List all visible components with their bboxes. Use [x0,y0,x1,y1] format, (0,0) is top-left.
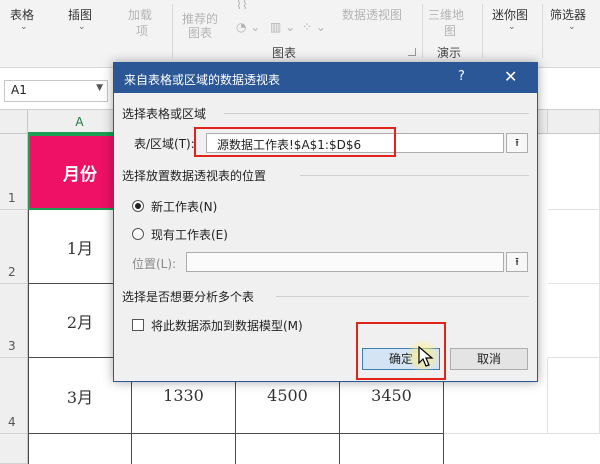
ribbon-separator [172,4,173,58]
name-box-value: A1 [11,83,27,97]
ribbon-sparklines-label: 迷你图 [492,8,529,22]
value-text: 1330 [163,386,204,405]
cell[interactable] [340,434,444,464]
help-icon[interactable]: ? [458,69,465,84]
ribbon-addins-label: 加载 [128,8,153,22]
close-icon[interactable]: ✕ [504,67,517,86]
row-header-1[interactable]: 1 [0,134,28,210]
scatter-chart-icon: ⁘ ⌄ [302,20,326,34]
column-header[interactable] [548,110,600,134]
column-header-a-label: A [75,115,84,129]
data-model-label[interactable]: 将此数据添加到数据模型(M) [151,317,303,334]
location-label: 位置(L): [132,257,177,271]
range-label: 表/区域(T): [134,137,195,151]
ribbon-illustrations-label: 插图 [68,8,93,22]
line-chart-icon: ⌇⌇ [236,0,248,12]
month-text: 3月 [66,387,94,407]
ribbon-tables-button[interactable]: 表格 ⌄ [6,0,46,56]
cell[interactable] [548,210,600,284]
data-model-checkbox[interactable] [132,319,144,331]
ribbon-illustrations-button[interactable]: 插图 ⌄ [64,0,104,56]
ribbon-separator [482,4,483,58]
dialog-title-bar[interactable]: 来自表格或区域的数据透视表 ? ✕ [114,63,537,93]
value-text: 3450 [371,386,412,405]
cell[interactable] [28,434,132,464]
bar-chart-icon: ▥ ⌄ [270,20,296,34]
charts-dialog-launcher-icon[interactable] [408,48,416,56]
row-number: 1 [8,191,16,205]
section-multiple-heading: 选择是否想要分析多个表 [122,290,255,304]
month-text: 1月 [66,238,94,258]
range-input-value: 源数据工作表!$A$1:$D$6 [217,138,362,152]
chevron-down-icon[interactable]: ▼ [96,83,103,93]
upload-arrow-icon: ⭱ [515,136,519,149]
new-worksheet-label[interactable]: 新工作表(N) [151,198,217,215]
row-header-4[interactable]: 4 [0,358,28,434]
row-header-3[interactable]: 3 [0,284,28,358]
new-worksheet-radio[interactable] [132,200,144,212]
cell[interactable] [236,434,340,464]
dialog-title: 来自表格或区域的数据透视表 [124,73,281,87]
name-box[interactable]: A1 ▼ [4,80,108,102]
cancel-button[interactable]: 取消 [450,348,528,370]
chevron-down-icon: ⌄ [78,22,86,32]
ribbon-tours-group-label: 演示 [437,46,462,60]
ribbon-separator [542,4,543,58]
ribbon-pivot-chart-label: 数据透视图 [342,8,403,22]
section-location-heading: 选择放置数据透视表的位置 [122,169,267,183]
ribbon-addins-sub: 项 [136,24,149,38]
chevron-down-icon: ⌄ [568,22,576,32]
ribbon-3d-map-label: 三维地 [428,8,465,22]
existing-worksheet-label[interactable]: 现有工作表(E) [151,226,228,243]
ribbon-separator [422,4,423,58]
section-source-heading: 选择表格或区域 [122,107,207,121]
pie-chart-icon: ◔ ⌄ [236,20,261,34]
ribbon-recommended-charts-button[interactable]: 推荐的 图表 [180,0,230,56]
ribbon-3d-map-sub: 图 [444,24,457,38]
value-text: 4500 [267,386,308,405]
chevron-down-icon: ⌄ [508,22,516,32]
cancel-button-label: 取消 [476,352,501,366]
row-header-5[interactable] [0,434,28,464]
row-number: 2 [8,265,16,279]
pivot-table-dialog: 来自表格或区域的数据透视表 ? ✕ 选择表格或区域 表/区域(T): 源数据工作… [113,62,538,382]
ribbon-slicer-label: 筛选器 [550,8,587,22]
row-number: 3 [8,339,16,353]
header-cell-text: 月份 [63,164,97,185]
ribbon: 表格 ⌄ 插图 ⌄ 加载 项 推荐的 图表 ⌇⌇ ◔ ⌄ ▥ ⌄ ⁘ ⌄ 数据透… [0,0,600,68]
month-text: 2月 [66,312,94,332]
location-input[interactable] [186,252,504,272]
location-collapse-button[interactable]: ⭱ [506,252,528,272]
existing-worksheet-radio[interactable] [132,228,144,240]
select-all-corner[interactable] [0,110,28,134]
cell[interactable] [548,358,600,434]
ribbon-slicer-button[interactable]: 筛选器 ⌄ [548,0,598,56]
ribbon-sparklines-button[interactable]: 迷你图 ⌄ [490,0,538,56]
cell[interactable] [548,134,600,210]
section-divider [300,175,529,176]
ribbon-addins-button[interactable]: 加载 项 [126,0,166,56]
row-header-2[interactable]: 2 [0,210,28,284]
upload-arrow-icon: ⭱ [515,255,519,268]
range-input[interactable]: 源数据工作表!$A$1:$D$6 [206,133,504,153]
ribbon-charts-group-label: 图表 [272,46,297,60]
range-collapse-button[interactable]: ⭱ [506,133,528,153]
ribbon-recommended-charts-sub: 图表 [188,26,213,40]
section-divider [276,296,529,297]
mouse-pointer-icon [418,346,434,367]
chevron-down-icon: ⌄ [20,22,28,32]
row-number: 4 [8,415,16,429]
section-divider [224,113,529,114]
ribbon-tables-label: 表格 [10,8,35,22]
cell[interactable] [548,284,600,358]
cell[interactable] [132,434,236,464]
ribbon-pivot-chart-button[interactable]: 数据透视图 [342,0,412,56]
